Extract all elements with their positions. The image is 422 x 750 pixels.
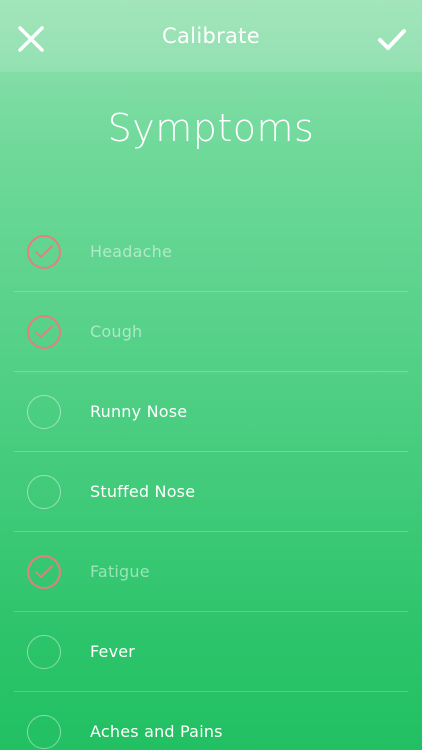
symptom-row-cough[interactable]: Cough — [0, 292, 422, 372]
symptom-list: Headache Cough Runny Nose Stuffed Nose F… — [0, 212, 422, 750]
symptom-label: Fever — [90, 642, 136, 661]
symptom-row-headache[interactable]: Headache — [0, 212, 422, 292]
symptom-label: Stuffed Nose — [90, 482, 196, 501]
top-bar: Calibrate — [0, 0, 422, 72]
checkbox-circle[interactable] — [27, 715, 61, 749]
symptom-row-stuffed-nose[interactable]: Stuffed Nose — [0, 452, 422, 532]
checkbox-circle[interactable] — [27, 315, 61, 349]
symptom-label: Cough — [90, 322, 143, 341]
checkbox-circle[interactable] — [27, 235, 61, 269]
symptom-label: Runny Nose — [90, 402, 188, 421]
calibrate-screen: Calibrate Symptoms Headache Cough Runny … — [0, 0, 422, 750]
page-title: Symptoms — [107, 106, 315, 150]
checkmark-icon — [378, 29, 406, 50]
checkbox-circle[interactable] — [27, 395, 61, 429]
checkbox-circle[interactable] — [27, 475, 61, 509]
symptom-row-aches-and-pains[interactable]: Aches and Pains — [0, 692, 422, 750]
symptom-label: Fatigue — [90, 562, 150, 581]
symptom-label: Headache — [90, 242, 173, 261]
checkmark-icon — [35, 565, 53, 578]
checkbox-circle[interactable] — [27, 555, 61, 589]
symptom-label: Aches and Pains — [90, 722, 223, 741]
checkmark-icon — [35, 325, 53, 338]
symptom-row-runny-nose[interactable]: Runny Nose — [0, 372, 422, 452]
symptom-row-fatigue[interactable]: Fatigue — [0, 532, 422, 612]
checkmark-icon — [35, 245, 53, 258]
symptom-row-fever[interactable]: Fever — [0, 612, 422, 692]
confirm-button[interactable] — [374, 22, 410, 58]
nav-title: Calibrate — [162, 24, 260, 48]
checkbox-circle[interactable] — [27, 635, 61, 669]
